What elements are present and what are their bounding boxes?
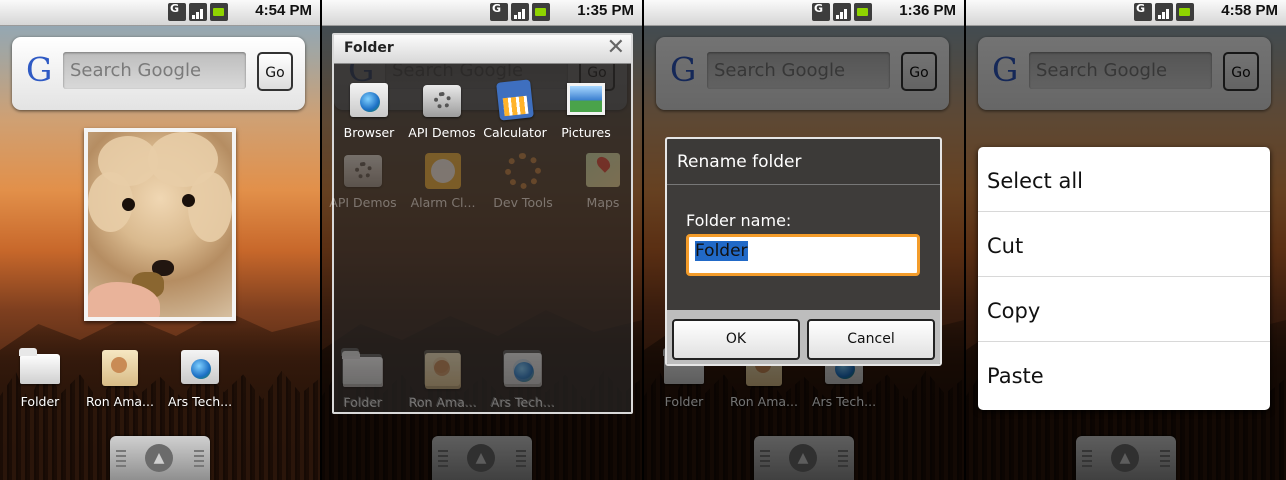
folder-item-api-demos[interactable]: API Demos — [405, 79, 479, 140]
signal-icon — [1155, 3, 1173, 21]
api-demos-icon — [419, 79, 465, 121]
clock: 1:35 PM — [577, 2, 634, 19]
menu-item-cut[interactable]: Cut — [978, 212, 1270, 277]
go-button: Go — [1223, 52, 1259, 91]
status-bar: G 4:58 PM — [966, 0, 1286, 26]
desktop-contact[interactable]: Ron Ama... — [82, 346, 158, 409]
folder-popup-header: Folder ✕ — [334, 35, 631, 64]
menu-item-paste[interactable]: Paste — [978, 342, 1270, 407]
battery-icon — [1176, 3, 1194, 21]
bg-item-api-demos: API Demos — [326, 149, 400, 210]
ok-button[interactable]: OK — [672, 319, 800, 360]
chevron-up-icon: ▲ — [1111, 444, 1139, 472]
folder-icon — [17, 346, 63, 388]
dialog-title: Rename folder — [677, 152, 802, 172]
bg-desktop-bookmark: Ars Tech... — [486, 349, 560, 410]
bg-desktop-folder: Folder — [326, 349, 400, 410]
calculator-icon — [492, 79, 538, 121]
chevron-up-icon: ▲ — [467, 444, 495, 472]
desktop-bookmark[interactable]: Ars Tech... — [162, 346, 238, 409]
home-screen-rename: G 1:36 PM G Search Google Go Folder Ron … — [644, 0, 964, 480]
menu-item-select-all[interactable]: Select all — [978, 147, 1270, 212]
app-drawer-handle: ▲ — [754, 436, 854, 480]
photo-frame-widget[interactable] — [84, 128, 236, 321]
battery-icon — [532, 3, 550, 21]
bg-desktop-contact: Ron Ama... — [406, 349, 480, 410]
status-bar: G 1:36 PM — [644, 0, 964, 26]
screenshot-strip: G 4:54 PM G Search Google Go Folder Ron … — [0, 0, 1286, 480]
google-logo-icon: G — [670, 50, 697, 89]
browser-icon — [346, 79, 392, 121]
rename-folder-dialog: Rename folder Folder name: Folder OK Can… — [665, 137, 942, 366]
home-screen-folder-open: G 1:35 PM G Search Google Go Folder Ron … — [322, 0, 642, 480]
folder-item-calculator[interactable]: Calculator — [478, 79, 552, 140]
bg-item-maps: Maps — [566, 149, 640, 210]
signal-icon — [511, 3, 529, 21]
go-button[interactable]: Go — [257, 52, 293, 91]
battery-icon — [210, 3, 228, 21]
folder-title: Folder — [344, 40, 394, 56]
folder-item-pictures[interactable]: Pictures — [549, 79, 623, 140]
menu-item-copy[interactable]: Copy — [978, 277, 1270, 342]
data-network-icon: G — [812, 3, 830, 21]
clock: 1:36 PM — [899, 2, 956, 19]
data-network-icon: G — [490, 3, 508, 21]
search-input: Search Google — [707, 52, 890, 89]
pictures-icon — [563, 79, 609, 121]
google-search-widget: G Search Google Go — [12, 37, 305, 110]
go-button: Go — [901, 52, 937, 91]
text-context-menu: Select all Cut Copy Paste — [978, 147, 1270, 410]
google-search-widget: G Search Google Go — [656, 37, 949, 110]
status-bar: G 1:35 PM — [322, 0, 642, 26]
signal-icon — [833, 3, 851, 21]
api-demos-icon — [340, 149, 386, 191]
browser-bookmark-icon — [177, 346, 223, 388]
dev-tools-icon — [500, 149, 546, 191]
search-input[interactable]: Search Google — [63, 52, 246, 89]
clock: 4:58 PM — [1221, 2, 1278, 19]
search-input: Search Google — [1029, 52, 1212, 89]
folder-popup: Folder ✕ Browser API Demos Calculator Pi… — [329, 33, 633, 414]
selected-text: Folder — [695, 241, 748, 261]
maps-icon — [580, 149, 626, 191]
chevron-up-icon: ▲ — [145, 444, 173, 472]
close-icon[interactable]: ✕ — [607, 36, 625, 60]
home-screen-context-menu: G 4:58 PM G Search Google Go ▲ Select al… — [966, 0, 1286, 480]
contact-icon — [97, 346, 143, 388]
battery-icon — [854, 3, 872, 21]
status-bar: G 4:54 PM — [0, 0, 320, 26]
contact-icon — [420, 349, 466, 391]
app-drawer-handle: ▲ — [432, 436, 532, 480]
desktop-folder[interactable]: Folder — [2, 346, 78, 409]
browser-bookmark-icon — [500, 349, 546, 391]
dog-photo — [88, 132, 232, 317]
alarm-clock-icon — [420, 149, 466, 191]
google-logo-icon: G — [26, 50, 53, 89]
google-search-widget: G Search Google Go — [978, 37, 1271, 110]
folder-name-input[interactable]: Folder — [686, 234, 920, 276]
bg-item-dev-tools: Dev Tools — [486, 149, 560, 210]
folder-item-browser[interactable]: Browser — [332, 79, 406, 140]
data-network-icon: G — [168, 3, 186, 21]
cancel-button[interactable]: Cancel — [807, 319, 935, 360]
bg-item-alarm-clock: Alarm Cl... — [406, 149, 480, 210]
app-drawer-handle[interactable]: ▲ — [110, 436, 210, 480]
signal-icon — [189, 3, 207, 21]
google-logo-icon: G — [992, 50, 1019, 89]
folder-icon — [340, 349, 386, 391]
data-network-icon: G — [1134, 3, 1152, 21]
field-label: Folder name: — [686, 211, 792, 230]
home-screen-1: G 4:54 PM G Search Google Go Folder Ron … — [0, 0, 320, 480]
chevron-up-icon: ▲ — [789, 444, 817, 472]
app-drawer-handle: ▲ — [1076, 436, 1176, 480]
clock: 4:54 PM — [255, 2, 312, 19]
